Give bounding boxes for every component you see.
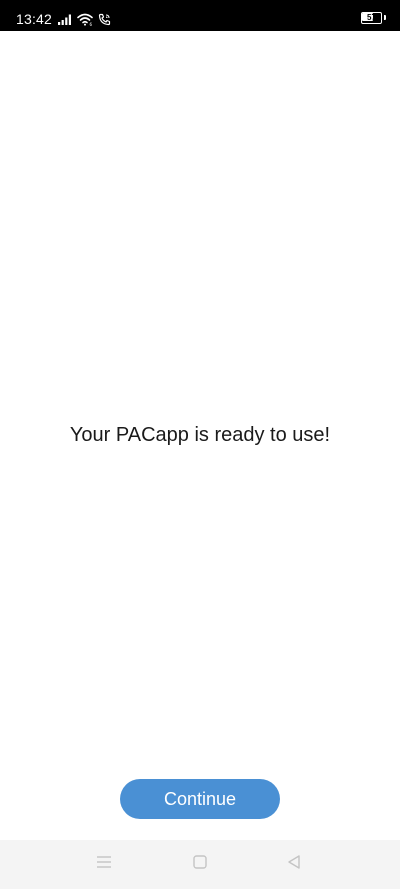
wifi-icon: 6 [77,13,93,26]
ready-message: Your PACapp is ready to use! [69,424,331,446]
call-icon [98,13,111,26]
svg-text:6: 6 [90,22,93,26]
signal-icon [58,14,72,25]
back-button[interactable] [264,840,324,889]
battery-icon: 57 [361,12,386,24]
back-icon [286,854,302,875]
home-icon [192,854,208,875]
menu-button[interactable] [74,840,134,889]
battery-tip [384,15,386,20]
status-bar: 13:42 6 57 [0,0,400,31]
navigation-bar [0,840,400,889]
status-icons: 6 [58,10,111,28]
menu-icon [96,855,112,874]
status-time: 13:42 [16,11,53,27]
screen: 13:42 6 57 Your PACapp is ready to use! … [0,0,400,889]
battery-level-text: 57 [367,13,376,22]
home-button[interactable] [170,840,230,889]
continue-button[interactable]: Continue [120,779,280,819]
